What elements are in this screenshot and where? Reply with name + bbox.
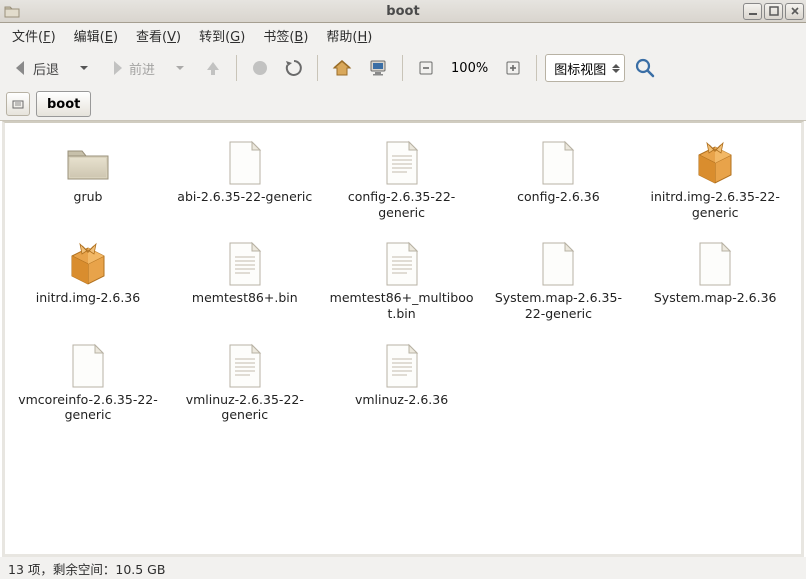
- file-label: config-2.6.35-22-generic: [331, 189, 473, 220]
- file-label: vmlinuz-2.6.36: [355, 392, 448, 408]
- window-icon: [4, 3, 20, 19]
- window-controls: [743, 3, 804, 20]
- view-mode-select[interactable]: 图标视图: [545, 54, 625, 82]
- file-icon: [221, 139, 269, 187]
- menu-item-3[interactable]: 转到(G): [191, 23, 253, 48]
- file-icon: [691, 240, 739, 288]
- forward-label: 前进: [129, 59, 155, 78]
- file-icon: [64, 342, 112, 390]
- locationbar: boot: [0, 88, 806, 121]
- minimize-button[interactable]: [743, 3, 762, 20]
- window-title: boot: [0, 4, 806, 19]
- zoom-level: 100%: [445, 61, 494, 76]
- file-label: vmcoreinfo-2.6.35-22-generic: [17, 392, 159, 423]
- file-label: vmlinuz-2.6.35-22-generic: [174, 392, 316, 423]
- file-label: abi-2.6.35-22-generic: [177, 189, 312, 205]
- file-item[interactable]: vmcoreinfo-2.6.35-22-generic: [13, 338, 163, 427]
- separator: [536, 55, 537, 81]
- folder-icon: [64, 139, 112, 187]
- separator: [402, 55, 403, 81]
- file-item[interactable]: System.map-2.6.36: [640, 236, 790, 325]
- package-icon: [64, 240, 112, 288]
- close-button[interactable]: [785, 3, 804, 20]
- breadcrumb-boot[interactable]: boot: [36, 91, 91, 117]
- back-dropdown[interactable]: [68, 53, 98, 83]
- home-button[interactable]: [326, 53, 358, 83]
- location-toggle-button[interactable]: [6, 92, 30, 116]
- file-item[interactable]: initrd.img-2.6.36: [13, 236, 163, 325]
- text-icon: [221, 240, 269, 288]
- back-button[interactable]: 后退: [6, 53, 64, 83]
- file-item[interactable]: memtest86+_multiboot.bin: [327, 236, 477, 325]
- file-icon: [534, 240, 582, 288]
- search-button[interactable]: [629, 53, 661, 83]
- separator: [317, 55, 318, 81]
- file-label: initrd.img-2.6.35-22-generic: [644, 189, 786, 220]
- menu-item-5[interactable]: 帮助(H): [318, 23, 380, 48]
- file-label: memtest86+_multiboot.bin: [329, 290, 474, 321]
- main-toolbar: 后退 前进 100% 图标视图: [0, 48, 806, 88]
- text-icon: [378, 342, 426, 390]
- titlebar: boot: [0, 0, 806, 23]
- forward-button[interactable]: 前进: [102, 53, 160, 83]
- reload-button[interactable]: [279, 53, 309, 83]
- menubar: 文件(F)编辑(E)查看(V)转到(G)书签(B)帮助(H): [0, 23, 806, 48]
- separator: [236, 55, 237, 81]
- view-mode-label: 图标视图: [554, 59, 606, 78]
- file-icon: [534, 139, 582, 187]
- up-button[interactable]: [198, 53, 228, 83]
- file-label: initrd.img-2.6.36: [36, 290, 140, 306]
- maximize-button[interactable]: [764, 3, 783, 20]
- zoom-in-button[interactable]: [498, 53, 528, 83]
- menu-item-1[interactable]: 编辑(E): [66, 23, 126, 48]
- text-icon: [221, 342, 269, 390]
- menu-item-2[interactable]: 查看(V): [128, 23, 189, 48]
- file-item[interactable]: vmlinuz-2.6.36: [327, 338, 477, 427]
- file-item[interactable]: memtest86+.bin: [170, 236, 320, 325]
- file-item[interactable]: System.map-2.6.35-22-generic: [483, 236, 633, 325]
- file-item[interactable]: vmlinuz-2.6.35-22-generic: [170, 338, 320, 427]
- forward-dropdown[interactable]: [164, 53, 194, 83]
- status-text: 13 项，剩余空间：10.5 GB: [8, 559, 165, 578]
- computer-button[interactable]: [362, 53, 394, 83]
- stop-button[interactable]: [245, 53, 275, 83]
- menu-item-4[interactable]: 书签(B): [255, 23, 316, 48]
- breadcrumb-label: boot: [47, 97, 80, 112]
- file-item[interactable]: config-2.6.35-22-generic: [327, 135, 477, 224]
- file-label: System.map-2.6.36: [654, 290, 777, 306]
- file-label: grub: [74, 189, 103, 205]
- text-icon: [378, 240, 426, 288]
- file-label: memtest86+.bin: [192, 290, 298, 306]
- icon-view[interactable]: grub abi-2.6.35-22-generic config-2.6.35-2…: [2, 121, 804, 557]
- file-label: System.map-2.6.35-22-generic: [487, 290, 629, 321]
- statusbar: 13 项，剩余空间：10.5 GB: [0, 557, 806, 579]
- view-mode-spinner-icon: [612, 64, 620, 73]
- file-label: config-2.6.36: [517, 189, 600, 205]
- text-icon: [378, 139, 426, 187]
- menu-item-0[interactable]: 文件(F): [4, 23, 64, 48]
- file-item[interactable]: grub: [13, 135, 163, 224]
- back-label: 后退: [33, 59, 59, 78]
- package-icon: [691, 139, 739, 187]
- icon-grid: grub abi-2.6.35-22-generic config-2.6.35-2…: [13, 135, 793, 427]
- file-item[interactable]: config-2.6.36: [483, 135, 633, 224]
- file-item[interactable]: initrd.img-2.6.35-22-generic: [640, 135, 790, 224]
- file-item[interactable]: abi-2.6.35-22-generic: [170, 135, 320, 224]
- zoom-out-button[interactable]: [411, 53, 441, 83]
